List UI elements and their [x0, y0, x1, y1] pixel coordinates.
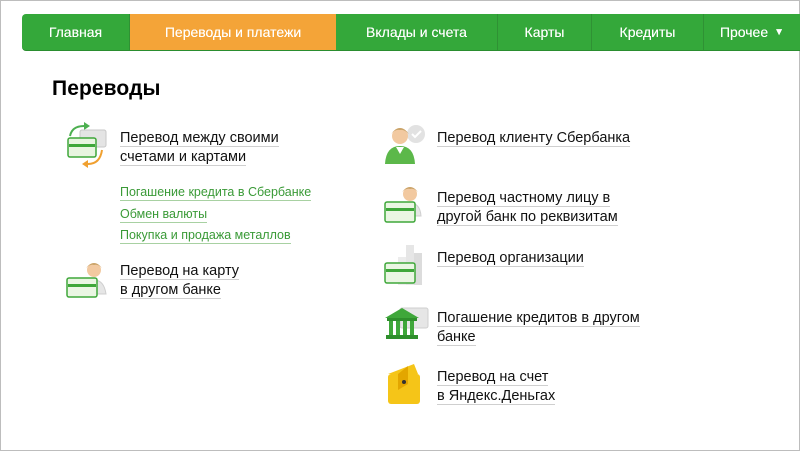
nav-label: Кредиты	[619, 24, 676, 40]
card-person-icon[interactable]	[64, 258, 112, 302]
sublink-currency-exchange[interactable]: Обмен валюты	[120, 207, 208, 223]
organization-link[interactable]: Перевод организации	[437, 249, 584, 268]
card-other-bank-line2: в другом банке	[120, 282, 221, 299]
card-other-bank-link[interactable]: Перевод на карту в другом банке	[120, 262, 240, 300]
nav-label: Главная	[48, 24, 103, 40]
nav-label: Карты	[524, 24, 565, 40]
nav-item-home[interactable]: Главная	[22, 14, 130, 50]
private-person-transfer-icon[interactable]	[382, 184, 428, 226]
private-line1: Перевод частному лицу в	[437, 190, 611, 207]
loans-line1: Погашение кредитов в другом	[437, 310, 640, 327]
nav-item-transfers[interactable]: Переводы и платежи	[130, 14, 336, 50]
yandex-money-link[interactable]: Перевод на счет в Яндекс.Деньгах	[437, 368, 556, 406]
nav-item-cards[interactable]: Карты	[498, 14, 592, 50]
main-nav: Главная Переводы и платежи Вклады и счет…	[22, 14, 800, 51]
yandex-line2: в Яндекс.Деньгах	[437, 388, 556, 405]
nav-item-credits[interactable]: Кредиты	[592, 14, 704, 50]
sberbank-client-icon[interactable]	[382, 122, 428, 166]
yandex-line1: Перевод на счет	[437, 369, 549, 386]
own-transfer-link[interactable]: Перевод между своими счетами и картами	[120, 129, 279, 167]
loans-line2: банке	[437, 329, 476, 346]
own-transfer-line2: счетами и картами	[120, 149, 247, 166]
nav-label: Прочее	[719, 24, 769, 40]
nav-label: Переводы и платежи	[164, 24, 302, 40]
sberbank-client-link[interactable]: Перевод клиенту Сбербанка	[437, 129, 631, 148]
private-line2: другой банк по реквизитам	[437, 209, 618, 226]
bank-building-icon[interactable]	[382, 304, 430, 346]
sublink-loan-repayment[interactable]: Погашение кредита в Сбербанке	[120, 185, 312, 201]
nav-item-deposits[interactable]: Вклады и счета	[336, 14, 498, 50]
yandex-wallet-icon[interactable]	[384, 360, 428, 408]
organization-icon[interactable]	[382, 243, 428, 289]
chevron-down-icon: ▼	[774, 26, 785, 38]
private-person-link[interactable]: Перевод частному лицу в другой банк по р…	[437, 189, 618, 227]
sublink-metals[interactable]: Покупка и продажа металлов	[120, 228, 291, 244]
page-title: Переводы	[52, 77, 161, 100]
card-other-bank-line1: Перевод на карту	[120, 263, 240, 280]
org-line1: Перевод организации	[437, 250, 584, 267]
client-line1: Перевод клиенту Сбербанка	[437, 130, 631, 147]
own-transfer-line1: Перевод между своими	[120, 130, 279, 147]
transfer-between-own-accounts-icon[interactable]	[64, 122, 110, 170]
other-bank-loans-link[interactable]: Погашение кредитов в другом банке	[437, 309, 640, 347]
nav-label: Вклады и счета	[366, 24, 467, 40]
nav-item-more[interactable]: Прочее ▼	[704, 14, 800, 50]
